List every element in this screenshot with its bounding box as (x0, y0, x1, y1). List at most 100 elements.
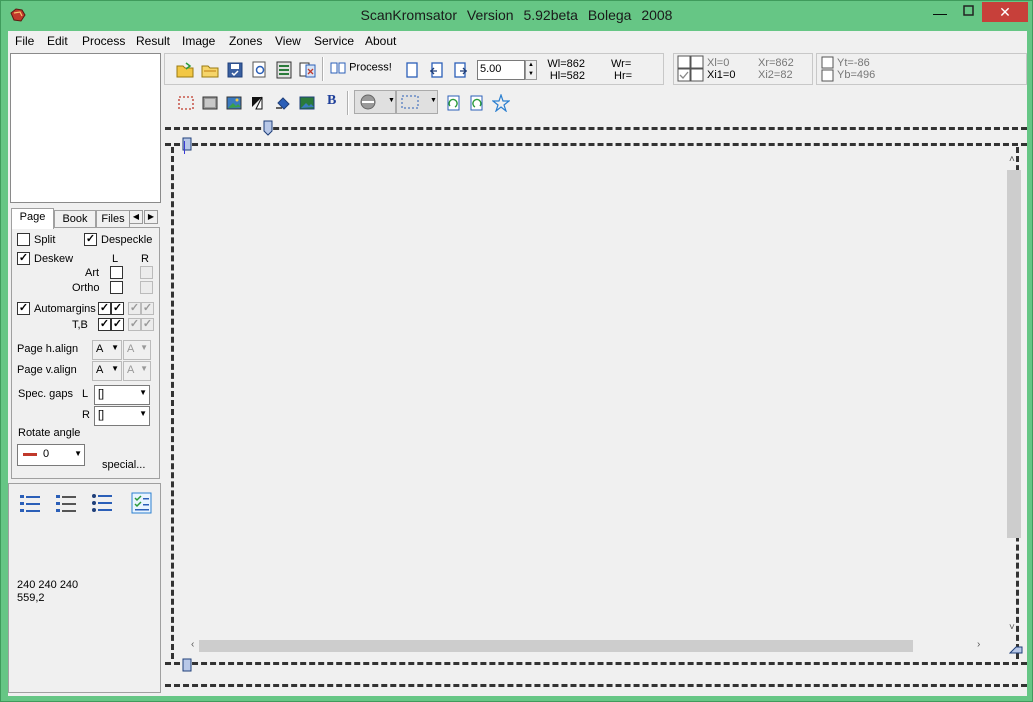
ortho-r-checkbox (140, 281, 153, 294)
chevron-down-icon: ▼ (388, 97, 395, 104)
rect-select-icon (401, 95, 419, 109)
tb-r2-checkbox: ✓ (141, 318, 154, 331)
batch-icon[interactable] (299, 61, 317, 79)
tab-scroll-right-icon[interactable]: ▶ (144, 210, 158, 224)
menu-process[interactable]: Process (82, 34, 125, 48)
bold-text-icon[interactable]: B (327, 93, 336, 109)
circle-shape-icon (360, 94, 376, 110)
maximize-icon (963, 5, 974, 16)
art-l-checkbox[interactable] (110, 266, 123, 279)
page-right-icon[interactable] (452, 61, 470, 79)
list-bullets-icon[interactable] (91, 492, 113, 514)
gap-r-select[interactable]: [] ▼ (94, 406, 150, 426)
vertical-scrollbar[interactable]: ˄ ˅ (1005, 154, 1023, 634)
tb-l2-checkbox[interactable]: ✓ (111, 318, 124, 331)
ruler-marker-handle[interactable] (263, 120, 273, 136)
preview-icon[interactable] (251, 61, 269, 79)
process-button-label: Process! (349, 61, 392, 74)
gap-l-label: L (82, 388, 89, 400)
automargins-l1-checkbox[interactable]: ✓ (98, 302, 111, 315)
menu-file[interactable]: File (15, 34, 34, 48)
toolbar-separator (322, 57, 324, 81)
menu-service[interactable]: Service (314, 34, 354, 48)
single-page-icon[interactable] (403, 61, 421, 79)
vertical-scroll-thumb[interactable] (1007, 170, 1021, 538)
wl-readout: Wl=862 (547, 58, 585, 70)
tb-l1-checkbox[interactable]: ✓ (98, 318, 111, 331)
horizontal-scroll-thumb[interactable] (199, 640, 913, 652)
window-title: ScanKromsator Version 5.92beta Bolega 20… (360, 7, 673, 23)
zoom-input[interactable]: 5.00 (477, 60, 525, 80)
bottom-margin-handle[interactable] (182, 658, 192, 672)
deskew-label: Deskew (34, 253, 74, 265)
minimize-button[interactable]: — (925, 5, 955, 27)
halign-l-select[interactable]: A ▼ (92, 340, 122, 360)
cursor-position-readout: 559,2 (17, 592, 45, 604)
despeckle-checkbox[interactable]: ✓ (84, 233, 97, 246)
menu-view[interactable]: View (275, 34, 301, 48)
grayscale-image-icon[interactable] (201, 94, 219, 112)
open-folder-icon[interactable] (176, 61, 194, 79)
select-zone-icon[interactable] (177, 94, 195, 112)
page-preview[interactable] (10, 53, 161, 203)
star-marker-icon[interactable] (492, 94, 510, 112)
save-check-icon[interactable] (226, 61, 244, 79)
page-halign-label: Page h.align (17, 343, 79, 355)
fill-icon[interactable] (274, 94, 292, 112)
list-detail-icon[interactable] (55, 492, 77, 514)
tab-scroll-left-icon[interactable]: ◀ (129, 210, 143, 224)
tab-files[interactable]: Files (96, 210, 130, 228)
resize-grip-icon[interactable] (1009, 646, 1023, 654)
scroll-up-icon[interactable]: ˄ (1009, 154, 1015, 165)
horizontal-scrollbar[interactable]: ‹ › (183, 637, 987, 655)
zoom-stepper[interactable]: ▲ ▼ (525, 60, 537, 80)
process-button[interactable]: Process! (330, 61, 392, 74)
halign-r-select: A ▼ (123, 340, 151, 360)
special-button[interactable]: special... (102, 459, 145, 471)
rotate-angle-label: Rotate angle (18, 427, 81, 439)
automargins-r1-checkbox: ✓ (128, 302, 141, 315)
close-button[interactable]: ✕ (982, 2, 1028, 22)
ortho-l-checkbox[interactable] (110, 281, 123, 294)
halign-l-value: A (96, 343, 104, 355)
automargins-checkbox[interactable]: ✓ (17, 302, 30, 315)
color-image-icon[interactable] (225, 94, 243, 112)
tab-book[interactable]: Book (54, 210, 96, 228)
menu-edit[interactable]: Edit (47, 34, 68, 48)
list-view-icon[interactable] (19, 492, 41, 514)
split-checkbox[interactable] (17, 233, 30, 246)
open-folder-alt-icon[interactable] (201, 61, 219, 79)
rect-shape-dropdown[interactable]: ▼ (396, 90, 438, 114)
valign-l-select[interactable]: A ▼ (92, 361, 122, 381)
rotate-left-page-icon[interactable] (444, 94, 462, 112)
scroll-down-icon[interactable]: ˅ (1009, 622, 1015, 633)
bw-image-icon[interactable] (250, 94, 268, 112)
page-left-icon[interactable] (427, 61, 445, 79)
chevron-down-icon: ▼ (140, 364, 148, 373)
maximize-button[interactable] (954, 5, 984, 27)
chevron-down-icon: ▼ (139, 409, 147, 418)
list-doc-icon[interactable] (275, 61, 293, 79)
automargins-l2-checkbox[interactable]: ✓ (111, 302, 124, 315)
menu-image[interactable]: Image (182, 34, 215, 48)
tab-page[interactable]: Page (11, 208, 54, 229)
menu-about[interactable]: About (365, 34, 396, 48)
rotate-right-page-icon[interactable] (468, 94, 486, 112)
picture-zone-icon[interactable] (298, 94, 316, 112)
chevron-down-icon: ▼ (430, 97, 437, 104)
top-edge-line (165, 143, 1027, 146)
deskew-checkbox[interactable]: ✓ (17, 252, 30, 265)
circle-shape-dropdown[interactable]: ▼ (354, 90, 396, 114)
scroll-right-icon[interactable]: › (977, 639, 980, 650)
tb-label: T,B (72, 319, 88, 331)
halign-r-value: A (127, 343, 135, 355)
page-image-view[interactable]: ˄ ˅ (183, 154, 1021, 659)
book-icon (330, 62, 346, 74)
gap-l-select[interactable]: [] ▼ (94, 385, 150, 405)
checklist-icon[interactable] (131, 492, 153, 514)
scroll-left-icon[interactable]: ‹ (191, 639, 194, 650)
menu-result[interactable]: Result (136, 34, 170, 48)
app-window: ScanKromsator Version 5.92beta Bolega 20… (0, 0, 1033, 702)
rotate-angle-select[interactable]: 0 ▼ (17, 444, 85, 466)
menu-zones[interactable]: Zones (229, 34, 262, 48)
